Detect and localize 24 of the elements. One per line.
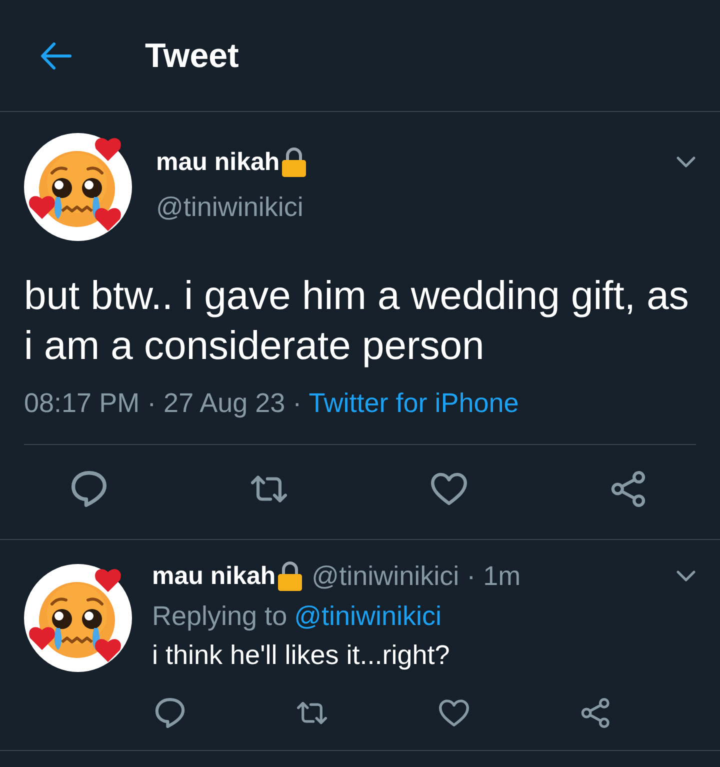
reply-icon[interactable]: [71, 471, 107, 507]
reply-handle-and-time: @tiniwinikici · 1m: [312, 560, 521, 593]
reply-author-name[interactable]: mau nikah: [152, 558, 276, 594]
share-icon[interactable]: [611, 471, 647, 507]
reply-text: i think he'll likes it...right?: [152, 639, 451, 672]
timestamp: 08:17 PM · 27 Aug 23 ·: [24, 387, 302, 420]
author-handle[interactable]: @tiniwinikici: [156, 191, 304, 223]
reply-icon[interactable]: [155, 698, 185, 728]
replying-to-handle-link[interactable]: @tiniwinikici: [294, 598, 442, 634]
tweet-text: but btw.. i gave him a wedding gift, as i am a considerate person: [24, 273, 690, 370]
lock-icon: [282, 147, 306, 177]
author-name[interactable]: mau nikah: [156, 146, 280, 178]
chevron-down-icon[interactable]: [676, 156, 696, 168]
emoji-avatar-icon[interactable]: [24, 133, 132, 241]
page-title: Tweet: [145, 38, 239, 72]
lock-icon: [278, 561, 302, 591]
heart-icon[interactable]: [439, 698, 469, 728]
chevron-down-icon[interactable]: [676, 570, 696, 582]
share-icon[interactable]: [581, 698, 611, 728]
emoji-avatar-icon[interactable]: [24, 564, 132, 672]
back-arrow-icon[interactable]: [40, 42, 72, 70]
replying-to-label: Replying to: [152, 600, 288, 633]
heart-icon[interactable]: [431, 471, 467, 507]
source-link[interactable]: Twitter for iPhone: [308, 386, 519, 420]
